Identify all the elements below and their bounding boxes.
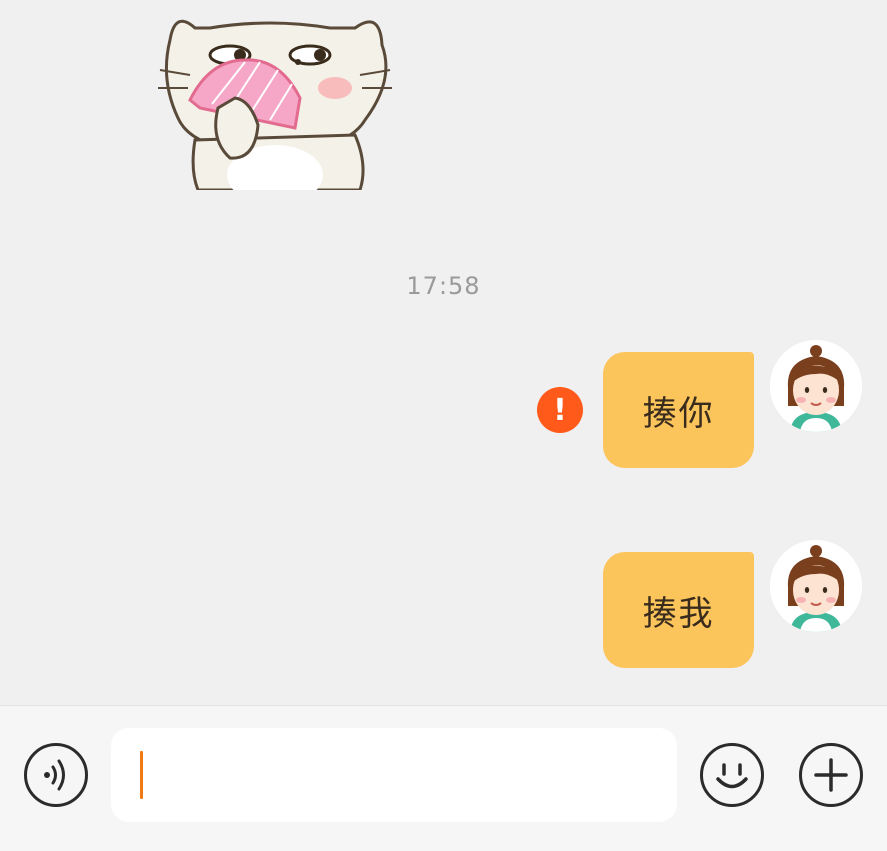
avatar[interactable] <box>770 540 862 632</box>
plus-button[interactable] <box>799 743 863 807</box>
text-caret <box>140 751 143 799</box>
chat-area[interactable]: 17:58 ! 揍你 揍我 <box>0 0 887 705</box>
error-icon[interactable]: ! <box>537 387 583 433</box>
message-timestamp: 17:58 <box>406 272 481 300</box>
message-row: 揍我 <box>0 540 887 670</box>
message-bubble[interactable]: 揍我 <box>603 552 754 668</box>
emoji-icon <box>716 763 748 789</box>
message-row: ! 揍你 <box>0 340 887 470</box>
message-text: 揍我 <box>642 593 715 634</box>
voice-button[interactable] <box>24 743 88 807</box>
cat-sticker[interactable] <box>150 0 400 190</box>
plus-icon <box>814 758 848 792</box>
avatar[interactable] <box>770 340 862 432</box>
message-bubble[interactable]: 揍你 <box>603 352 754 468</box>
girl-avatar-icon <box>770 540 862 632</box>
message-text: 揍你 <box>642 393 715 434</box>
input-bar <box>0 705 887 851</box>
emoji-button[interactable] <box>700 743 764 807</box>
voice-icon <box>44 759 65 791</box>
message-input[interactable] <box>111 728 677 822</box>
cat-with-fan-icon <box>158 19 392 190</box>
girl-avatar-icon <box>770 340 862 432</box>
